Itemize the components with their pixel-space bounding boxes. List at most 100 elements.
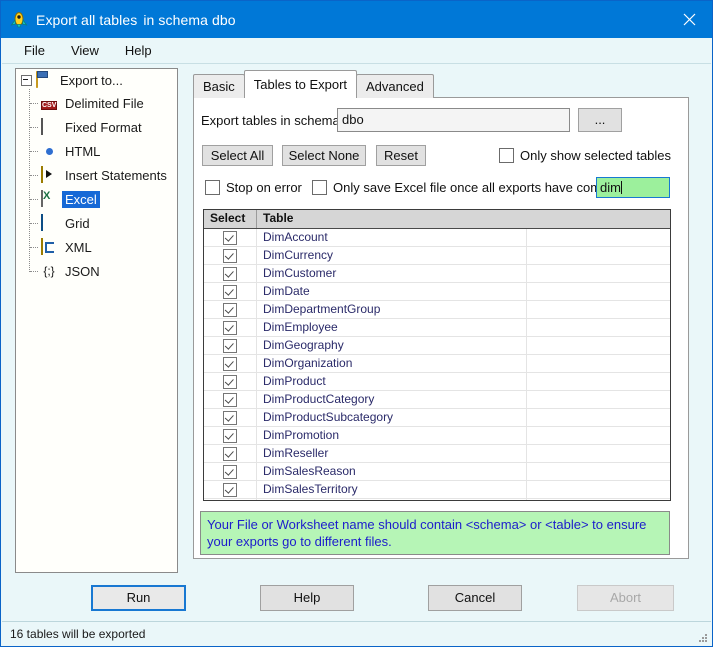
checkbox-icon[interactable] [223, 338, 237, 353]
table-row[interactable]: DimSalesTerritory [204, 481, 670, 499]
status-bar: 16 tables will be exported [2, 621, 711, 646]
tree-root-label: Export to... [60, 72, 123, 88]
grid-header-row: Select Table [204, 210, 670, 229]
tables-grid[interactable]: Select Table DimAccount DimCurrency DimCus… [203, 209, 671, 501]
table-row[interactable]: DimProductSubcategory [204, 409, 670, 427]
table-row[interactable]: DimProduct [204, 373, 670, 391]
table-row[interactable]: DimScenario [204, 499, 670, 502]
json-icon: {;} [43, 264, 55, 278]
table-row[interactable]: DimAccount [204, 229, 670, 247]
select-all-button[interactable]: Select All [202, 145, 273, 166]
tree-item-excel[interactable]: Excel [30, 187, 177, 211]
checkbox-icon[interactable] [223, 446, 237, 461]
html-icon [41, 143, 57, 159]
table-row[interactable]: DimOrganization [204, 355, 670, 373]
table-filter-value: dim [600, 180, 621, 195]
abort-button: Abort [577, 585, 674, 611]
row-select-cell[interactable] [204, 319, 257, 336]
table-row[interactable]: DimReseller [204, 445, 670, 463]
tab-strip: Basic Tables to Export Advanced [193, 70, 434, 98]
grid-header-select[interactable]: Select [204, 210, 257, 228]
row-select-cell[interactable] [204, 481, 257, 498]
row-table-name: DimReseller [257, 445, 527, 462]
menu-item-file[interactable]: File [14, 40, 55, 61]
tree-item-insert-statements[interactable]: Insert Statements [30, 163, 177, 187]
row-select-cell[interactable] [204, 499, 257, 502]
grid-header-table[interactable]: Table [257, 210, 527, 228]
schema-input[interactable]: dbo [337, 108, 570, 132]
tab-advanced[interactable]: Advanced [356, 74, 434, 98]
tree-root-export-to[interactable]: Export to... [16, 69, 177, 91]
checkbox-icon[interactable] [223, 284, 237, 299]
row-select-cell[interactable] [204, 391, 257, 408]
checkbox-icon[interactable] [223, 356, 237, 371]
table-row[interactable]: DimDate [204, 283, 670, 301]
table-filter-input[interactable]: dim [596, 177, 670, 198]
select-none-button[interactable]: Select None [282, 145, 366, 166]
reset-button[interactable]: Reset [376, 145, 426, 166]
checkbox-icon[interactable] [223, 501, 237, 502]
row-select-cell[interactable] [204, 337, 257, 354]
tab-tables-to-export[interactable]: Tables to Export [243, 70, 358, 98]
checkbox-icon[interactable] [223, 230, 237, 245]
row-table-name: DimCustomer [257, 265, 527, 282]
row-select-cell[interactable] [204, 229, 257, 246]
tab-basic[interactable]: Basic [193, 74, 245, 98]
tree-item-label: Fixed Format [65, 119, 142, 135]
run-button[interactable]: Run [91, 585, 186, 611]
table-row[interactable]: DimCurrency [204, 247, 670, 265]
row-select-cell[interactable] [204, 247, 257, 264]
checkbox-icon[interactable] [223, 428, 237, 443]
checkbox-icon[interactable] [223, 248, 237, 263]
checkbox-icon[interactable] [223, 266, 237, 281]
checkbox-icon[interactable] [223, 392, 237, 407]
row-table-name: DimGeography [257, 337, 527, 354]
export-type-tree[interactable]: Export to... CSV Delimited File Fixed Fo… [15, 68, 178, 573]
tree-item-fixed-format[interactable]: Fixed Format [30, 115, 177, 139]
tree-item-json[interactable]: {;} JSON [30, 259, 177, 283]
checkbox-icon[interactable] [223, 374, 237, 389]
row-select-cell[interactable] [204, 265, 257, 282]
row-table-name: DimProduct [257, 373, 527, 390]
checkbox-icon[interactable] [223, 320, 237, 335]
table-row[interactable]: DimEmployee [204, 319, 670, 337]
row-table-name: DimDepartmentGroup [257, 301, 527, 318]
table-row[interactable]: DimCustomer [204, 265, 670, 283]
stop-on-error-label: Stop on error [226, 180, 302, 195]
schema-browse-button[interactable]: ... [578, 108, 622, 132]
stop-on-error-checkbox[interactable]: Stop on error [205, 180, 302, 195]
table-row[interactable]: DimGeography [204, 337, 670, 355]
menu-item-view[interactable]: View [61, 40, 109, 61]
checkbox-icon[interactable] [223, 410, 237, 425]
row-select-cell[interactable] [204, 409, 257, 426]
tree-item-xml[interactable]: XML [30, 235, 177, 259]
cancel-button[interactable]: Cancel [428, 585, 522, 611]
table-row[interactable]: DimPromotion [204, 427, 670, 445]
tree-item-html[interactable]: HTML [30, 139, 177, 163]
row-select-cell[interactable] [204, 301, 257, 318]
menu-bar: File View Help [2, 38, 711, 64]
collapse-icon[interactable] [21, 74, 32, 86]
checkbox-icon[interactable] [223, 464, 237, 479]
only-save-once-checkbox[interactable]: Only save Excel file once all exports ha… [312, 180, 637, 195]
row-select-cell[interactable] [204, 283, 257, 300]
tree-item-delimited-file[interactable]: CSV Delimited File [30, 91, 177, 115]
help-button[interactable]: Help [260, 585, 354, 611]
table-row[interactable]: DimProductCategory [204, 391, 670, 409]
only-show-selected-checkbox[interactable]: Only show selected tables [499, 148, 671, 163]
xml-icon [41, 238, 57, 255]
row-select-cell[interactable] [204, 463, 257, 480]
menu-item-help[interactable]: Help [115, 40, 162, 61]
tree-item-grid[interactable]: Grid [30, 211, 177, 235]
row-select-cell[interactable] [204, 445, 257, 462]
row-select-cell[interactable] [204, 373, 257, 390]
close-icon[interactable] [666, 1, 712, 38]
row-select-cell[interactable] [204, 427, 257, 444]
checkbox-icon[interactable] [223, 482, 237, 497]
table-row[interactable]: DimSalesReason [204, 463, 670, 481]
checkbox-icon[interactable] [223, 302, 237, 317]
resize-gripper-icon[interactable] [696, 631, 708, 643]
table-row[interactable]: DimDepartmentGroup [204, 301, 670, 319]
row-select-cell[interactable] [204, 355, 257, 372]
tree-item-label: XML [65, 239, 92, 255]
